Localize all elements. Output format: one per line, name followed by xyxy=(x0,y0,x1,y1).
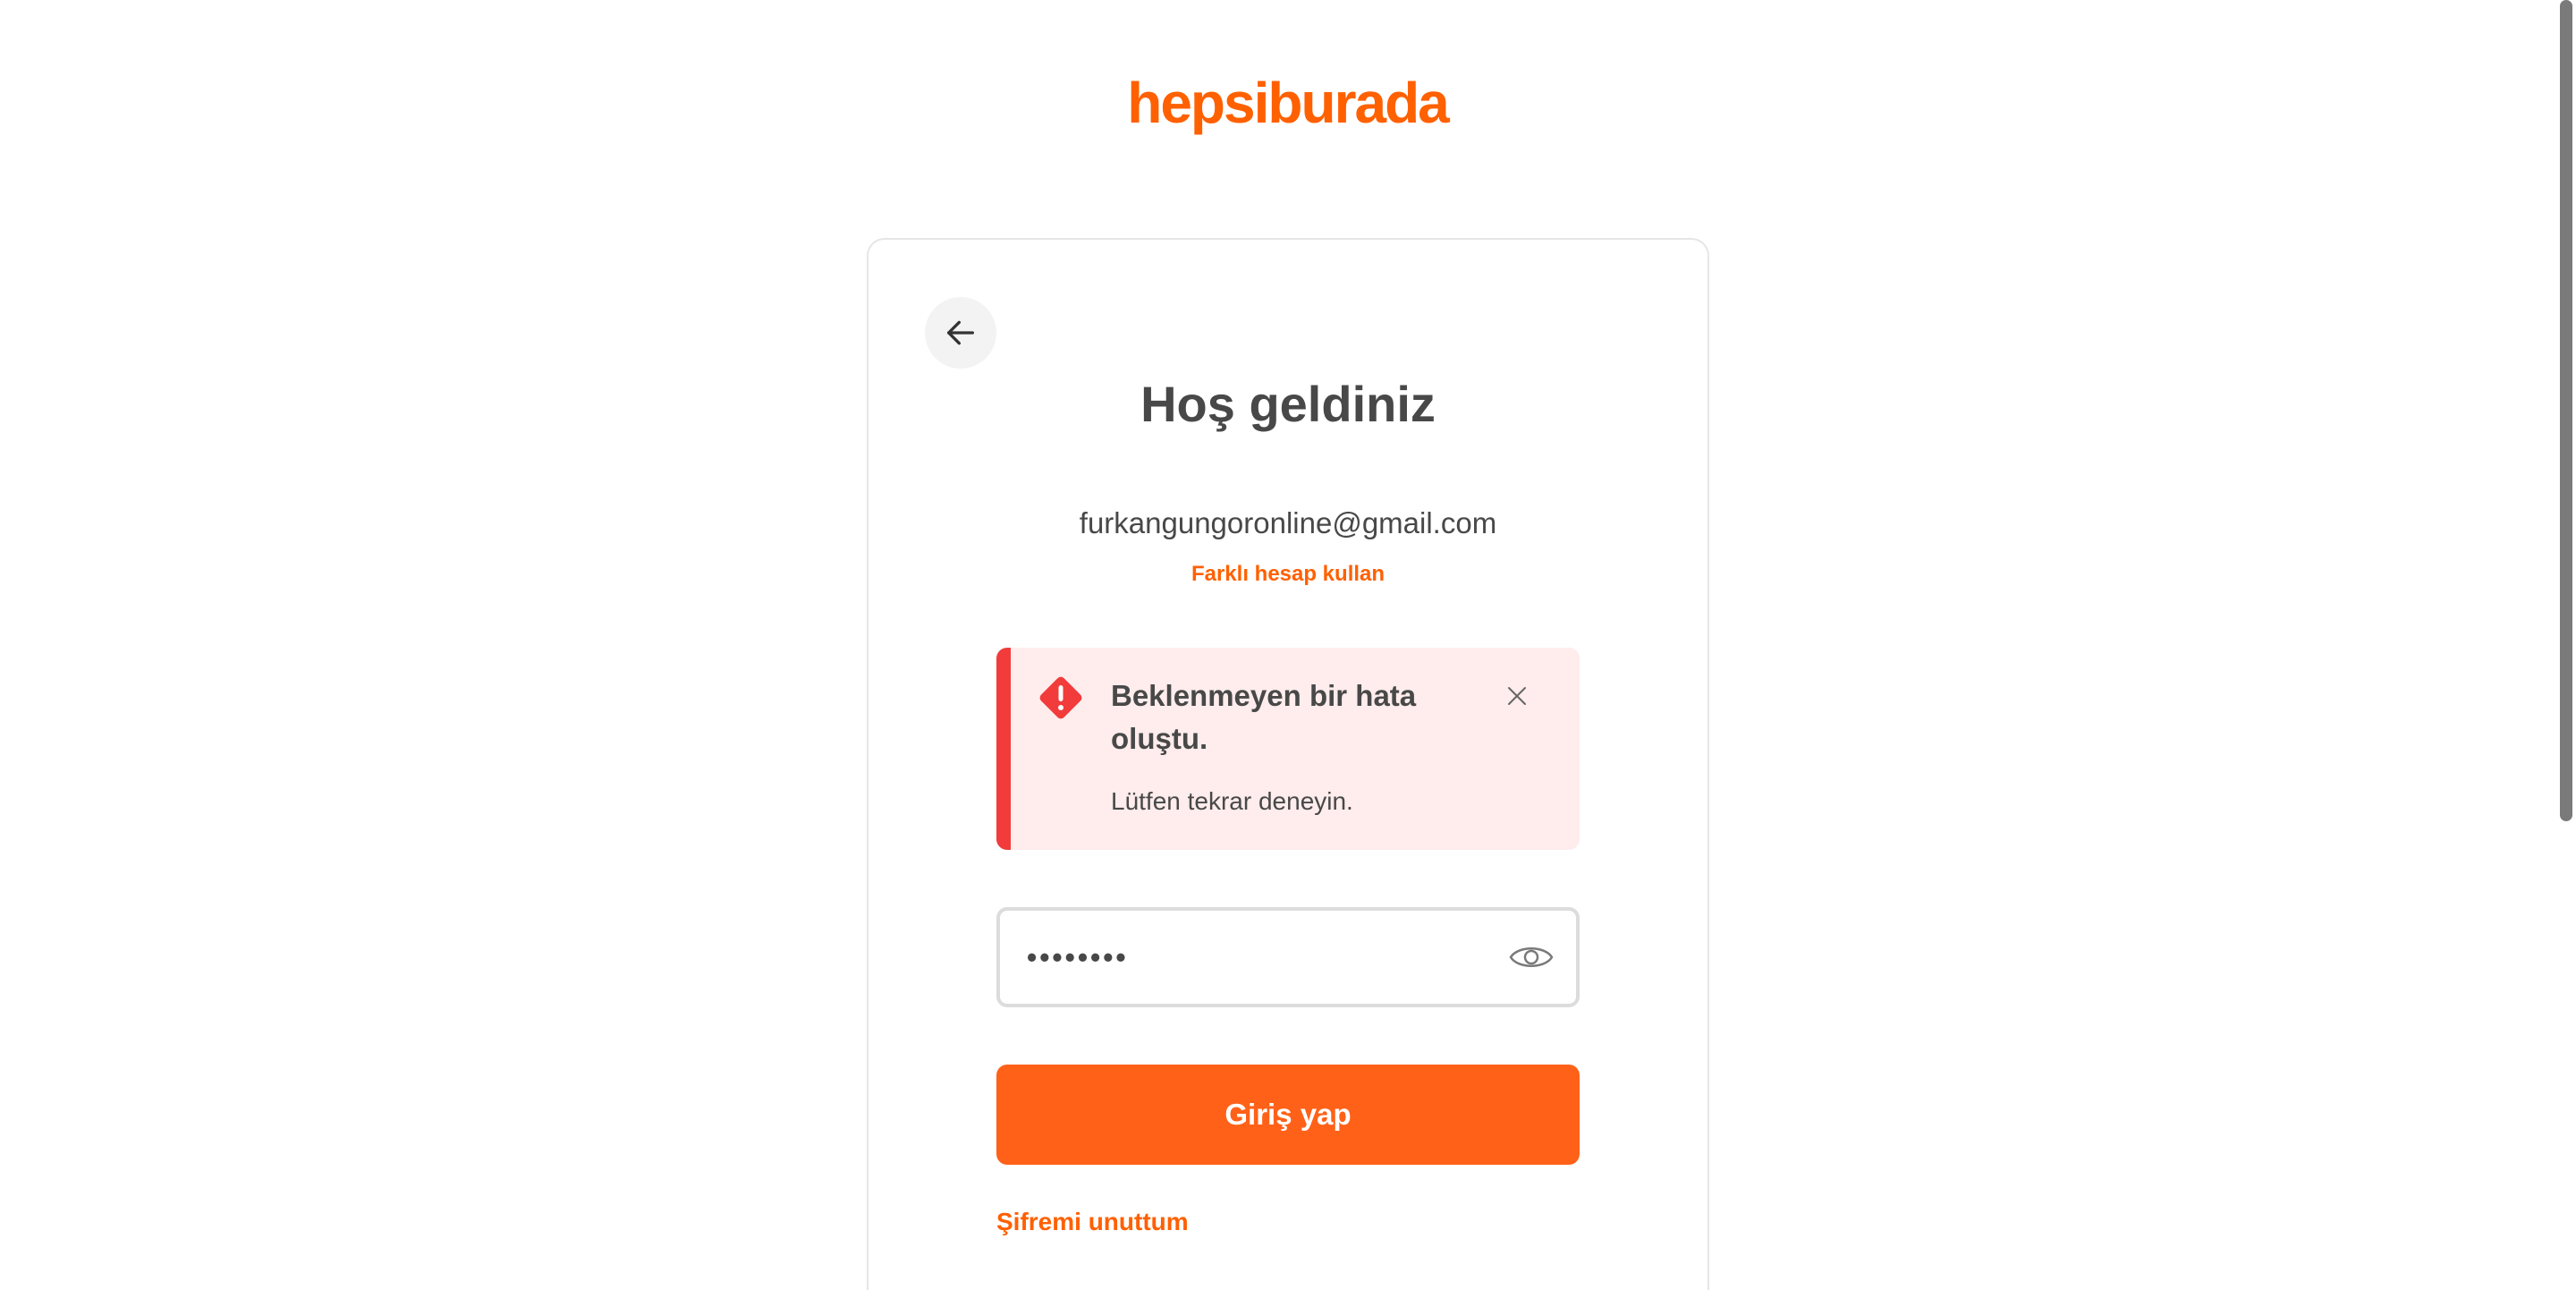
login-page: hepsiburada Hoş geldiniz furkangungoronl… xyxy=(0,0,2576,1290)
switch-account-link[interactable]: Farklı hesap kullan xyxy=(1109,558,1467,590)
page-title: Hoş geldiniz xyxy=(1140,376,1436,432)
password-input[interactable]: •••••••• xyxy=(996,907,1580,1007)
warning-diamond-icon xyxy=(1039,676,1082,719)
account-email: furkangungoronline@gmail.com xyxy=(1079,506,1497,539)
hepsiburada-logo[interactable]: hepsiburada xyxy=(1127,70,1450,136)
eye-icon xyxy=(1509,947,1554,967)
error-alert: Beklenmeyen bir hata oluştu. Lütfen tekr… xyxy=(996,648,1580,850)
scrollbar[interactable] xyxy=(2549,0,2576,1290)
close-icon xyxy=(1508,687,1526,705)
alert-close-button[interactable] xyxy=(1499,678,1535,714)
alert-title: Beklenmeyen bir hata oluştu. xyxy=(1111,679,1417,755)
alert-description: Lütfen tekrar deneyin. xyxy=(1111,787,1353,815)
password-masked-value: •••••••• xyxy=(1027,941,1129,973)
forgot-password-link[interactable]: Şifremi unuttum xyxy=(996,1204,1189,1240)
back-button[interactable] xyxy=(925,297,996,369)
alert-accent-bar xyxy=(996,648,1011,850)
arrow-left-icon xyxy=(947,320,974,345)
password-visibility-toggle[interactable] xyxy=(1508,934,1555,980)
login-button[interactable]: Giriş yap xyxy=(996,1065,1580,1165)
scrollbar-thumb[interactable] xyxy=(2560,0,2572,821)
